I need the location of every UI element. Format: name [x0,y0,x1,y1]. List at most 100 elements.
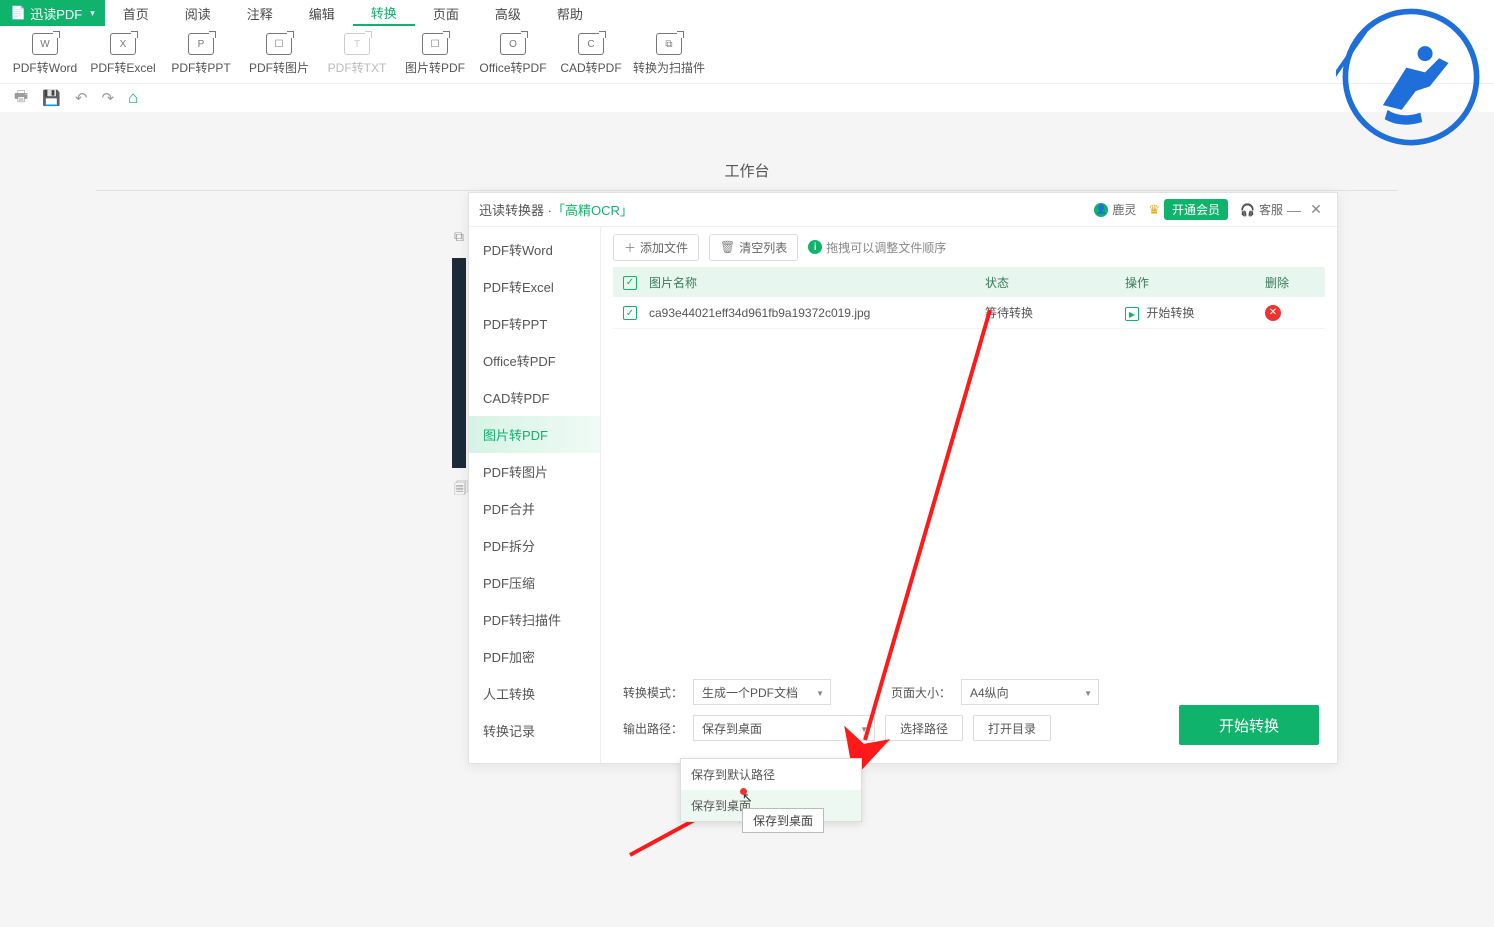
bg-panel [452,258,466,468]
ribbon-label: 图片转PDF [405,59,465,76]
bg-glyph: 🗐 [454,478,468,502]
ribbon-icon: T [344,33,370,55]
clear-list-button[interactable]: 🗑 清空列表 [709,234,798,261]
sidebar-item-10[interactable]: PDF转扫描件 [469,601,600,638]
app-doc-icon: 📄 [10,5,26,21]
ribbon-3[interactable]: ☐PDF转图片 [240,33,318,76]
sidebar-item-13[interactable]: 转换记录 [469,712,600,749]
ribbon-icon: ⧉ [656,33,682,55]
sidebar-item-12[interactable]: 人工转换 [469,675,600,712]
drag-hint-text: 拖拽可以调整文件顺序 [826,239,946,256]
out-value: 保存到桌面 [702,720,762,737]
chevron-down-icon: ▼ [860,725,868,734]
start-label: 开始转换 [1219,715,1279,736]
ribbon-icon: P [188,33,214,55]
ribbon-0[interactable]: W PDF转Word [6,33,84,76]
divider [96,190,1398,191]
row-op-label: 开始转换 [1146,306,1194,320]
sidebar-item-8[interactable]: PDF拆分 [469,527,600,564]
size-select[interactable]: A4纵向 ▼ [961,679,1099,705]
ribbon-icon: W [32,33,58,55]
sidebar-item-2[interactable]: PDF转PPT [469,305,600,342]
mode-label: 转换模式： [613,684,683,701]
vip-chip[interactable]: ♛ 开通会员 [1148,199,1228,220]
clear-list-label: 清空列表 [739,239,787,256]
mode-value: 生成一个PDF文档 [702,684,798,701]
menu-tab-2[interactable]: 注释 [229,0,291,26]
app-caret-icon: ▾ [90,8,95,19]
ribbon-label: PDF转Excel [90,59,155,76]
menu-tab-3[interactable]: 编辑 [291,0,353,26]
crown-icon: ♛ [1148,202,1160,218]
user-chip[interactable]: 👤 鹿灵 [1094,201,1136,218]
converter-modal: 迅读转换器 · 「高精OCR」 👤 鹿灵 ♛ 开通会员 🎧 客服 — ✕ PDF… [468,192,1338,764]
sidebar: PDF转WordPDF转ExcelPDF转PPTOffice转PDFCAD转PD… [469,227,601,763]
tooltip: 保存到桌面 [742,808,824,833]
print-icon[interactable]: 🖶 [14,86,28,111]
row-checkbox[interactable]: ✓ [623,306,637,320]
col-op: 操作 [1125,274,1265,291]
menu-tab-4[interactable]: 转换 [353,0,415,26]
table-header: ✓ 图片名称 状态 操作 删除 [613,267,1325,297]
dropdown-opt-default[interactable]: 保存到默认路径 [681,759,861,790]
close-button[interactable]: ✕ [1305,201,1327,218]
support-button[interactable]: 🎧 客服 [1240,201,1283,218]
add-file-label: 添加文件 [640,239,688,256]
out-label: 输出路径： [613,720,683,737]
menu-tab-1[interactable]: 阅读 [167,0,229,26]
ribbon-icon: X [110,33,136,55]
info-icon: i [808,240,822,254]
mode-select[interactable]: 生成一个PDF文档 ▼ [693,679,831,705]
sidebar-item-5[interactable]: 图片转PDF [469,416,600,453]
ribbon-label: PDF转Word [13,59,77,76]
open-dir-button[interactable]: 打开目录 [973,715,1051,741]
ribbon-icon: ☐ [422,33,448,55]
drag-hint: i 拖拽可以调整文件顺序 [808,239,946,256]
ribbon-label: 转换为扫描件 [633,59,705,76]
app-name: 迅读PDF [30,4,82,23]
col-del: 删除 [1265,274,1315,291]
ribbon-label: CAD转PDF [560,59,621,76]
undo-icon[interactable]: ↶ [75,89,88,107]
ribbon-icon: C [578,33,604,55]
ribbon-6[interactable]: OOffice转PDF [474,33,552,76]
home-icon[interactable]: ⌂ [128,88,138,108]
menu-tab-0[interactable]: 首页 [105,0,167,26]
start-convert-button[interactable]: 开始转换 [1179,705,1319,745]
choose-path-button[interactable]: 选择路径 [885,715,963,741]
save-icon[interactable]: 💾 [42,89,61,107]
vip-button: 开通会员 [1164,199,1228,220]
sidebar-item-4[interactable]: CAD转PDF [469,379,600,416]
ribbon-2[interactable]: PPDF转PPT [162,33,240,76]
ribbon-5[interactable]: ☐ 图片转PDF [396,33,474,76]
redo-icon[interactable]: ↷ [101,89,114,107]
sidebar-item-6[interactable]: PDF转图片 [469,453,600,490]
select-all-checkbox[interactable]: ✓ [623,276,637,290]
sidebar-item-9[interactable]: PDF压缩 [469,564,600,601]
modal-title-ocr: 「高精OCR」 [552,200,633,219]
add-file-button[interactable]: ＋ 添加文件 [613,234,699,261]
row-delete-button[interactable]: ✕ [1265,305,1281,321]
row-start-button[interactable]: ▶ 开始转换 [1125,304,1265,322]
sidebar-item-11[interactable]: PDF加密 [469,638,600,675]
minimize-button[interactable]: — [1283,202,1305,218]
ribbon-1[interactable]: X PDF转Excel [84,33,162,76]
menu-tab-6[interactable]: 高级 [477,0,539,26]
ribbon-icon: ☐ [266,33,292,55]
ribbon-8[interactable]: ⧉ 转换为扫描件 [630,33,708,76]
col-state: 状态 [985,274,1125,291]
output-path-select[interactable]: 保存到桌面 ▼ [693,715,875,741]
sidebar-item-7[interactable]: PDF合并 [469,490,600,527]
menu-tab-5[interactable]: 页面 [415,0,477,26]
plus-icon: ＋ [624,239,636,256]
menu-tab-7[interactable]: 帮助 [539,0,601,26]
support-label: 客服 [1259,201,1283,218]
knight-logo [1336,2,1486,152]
row-filename: ca93e44021eff34d961fb9a19372c019.jpg [649,306,985,320]
app-badge[interactable]: 📄 迅读PDF ▾ [0,0,105,26]
workbench-title: 工作台 [0,160,1494,181]
sidebar-item-3[interactable]: Office转PDF [469,342,600,379]
sidebar-item-1[interactable]: PDF转Excel [469,268,600,305]
ribbon-7[interactable]: C CAD转PDF [552,33,630,76]
sidebar-item-0[interactable]: PDF转Word [469,231,600,268]
